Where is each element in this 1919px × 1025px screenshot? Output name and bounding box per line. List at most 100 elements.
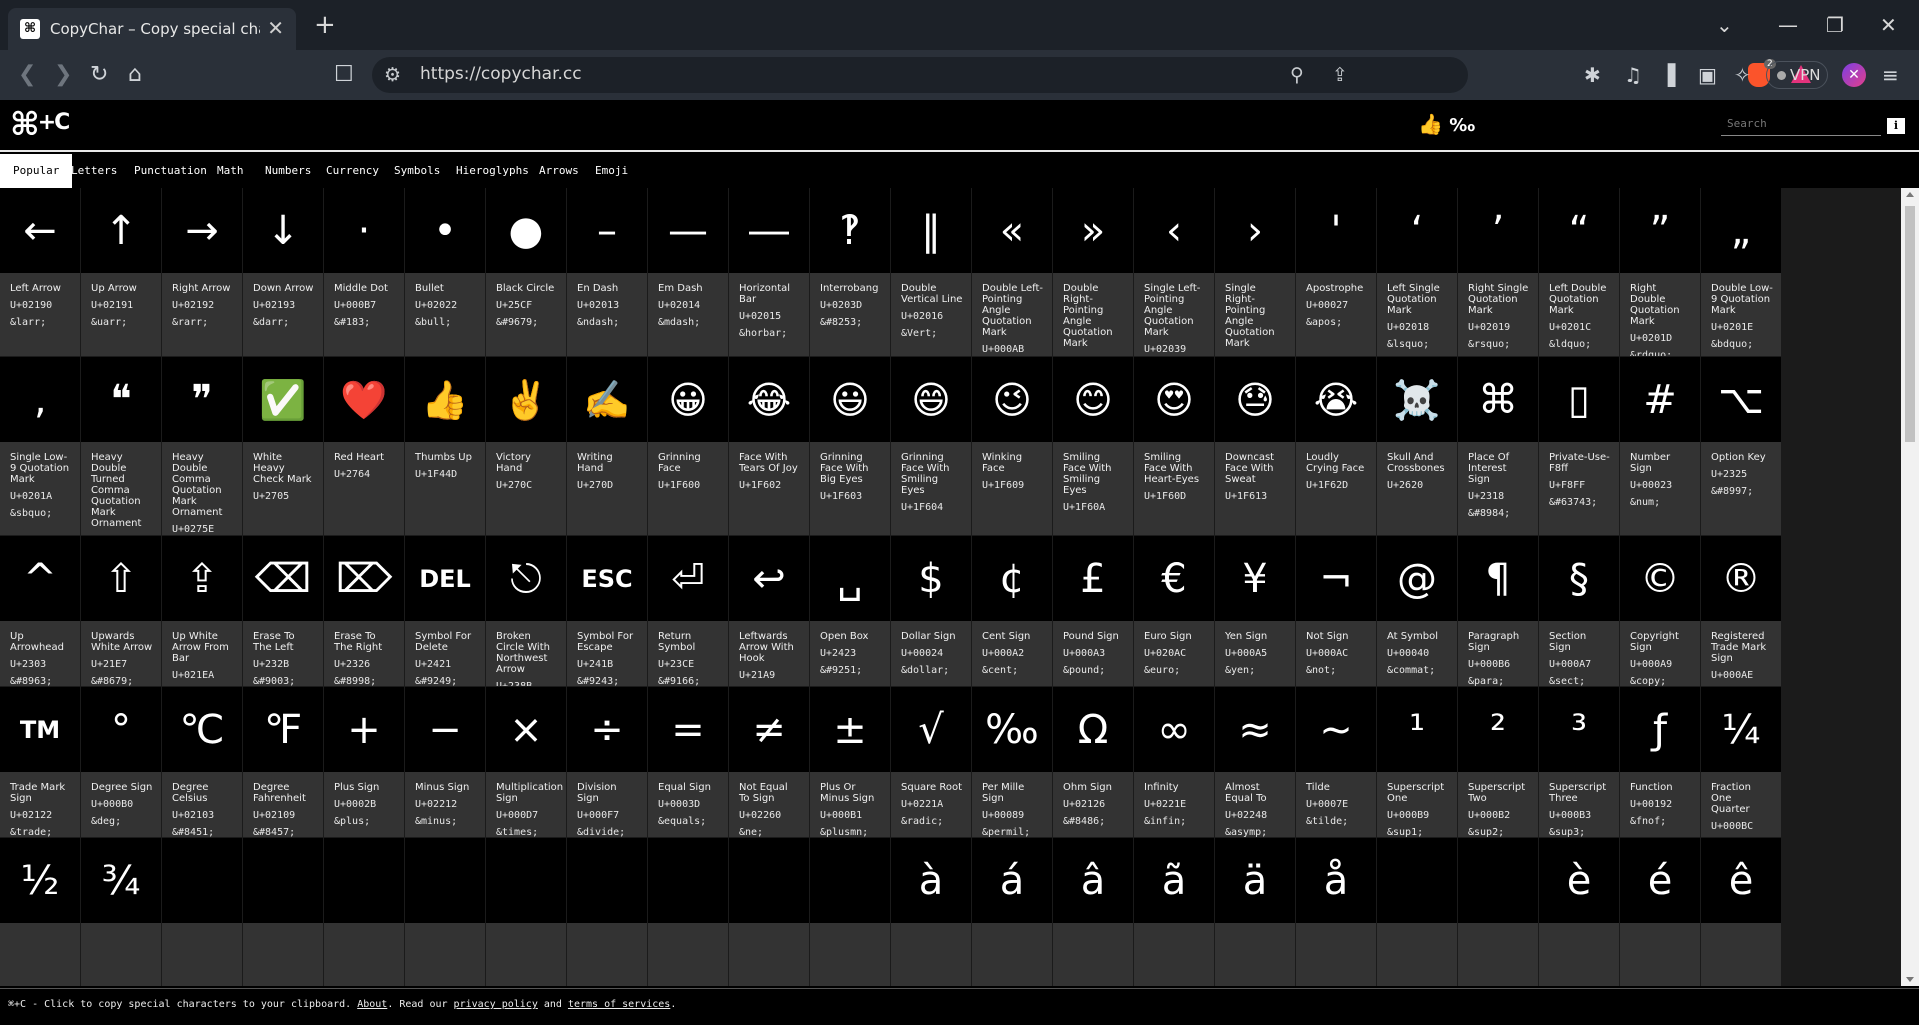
char-cell[interactable]: ’ Right Single Quotation Mark U+02019 &rsqu… [1458,188,1539,356]
char-cell[interactable]: ⌦ Erase To The Right U+2326 &#8998; [324,536,405,686]
forward-icon[interactable]: ❯ [54,60,72,90]
char-cell[interactable] [1458,838,1539,986]
address-bar[interactable]: ⚙ https://copychar.cc ⚲ ⇪ 2 [372,57,1811,93]
char-cell[interactable]: è [1539,838,1620,986]
char-cell[interactable]: ê [1701,838,1782,986]
char-cell[interactable]: ❞ Heavy Double Comma Quotation Mark Ornam… [162,357,243,535]
terms-of-service-link[interactable]: terms of services [568,999,670,1010]
char-cell[interactable]: − Minus Sign U+02212 &minus; [405,687,486,837]
char-cell[interactable] [162,838,243,986]
char-cell[interactable]: ã [1134,838,1215,986]
char-cell[interactable]: 😭 Loudly Crying Face U+1F62D [1296,357,1377,535]
char-cell[interactable]: · Middle Dot U+000B7 &#183; [324,188,405,356]
char-cell[interactable]: £ Pound Sign U+000A3 &pound; [1053,536,1134,686]
char-cell[interactable]: ↓ Down Arrow U+02193 &darr; [243,188,324,356]
char-cell[interactable]: ▯ Private-Use-F8ff U+F8FF &#63743; [1539,357,1620,535]
char-cell[interactable]: ⏎ Return Symbol U+23CE &#9166; [648,536,729,686]
char-cell[interactable]: ®Registered Trade Mark SignU+000AE&reg; [1701,536,1782,686]
char-cell[interactable]: ° Degree Sign U+000B0 &deg; [81,687,162,837]
leo-ai-icon[interactable]: ✧ [1734,60,1751,90]
char-cell[interactable]: ” Right Double Quotation Mark U+0201D &rdqu… [1620,188,1701,356]
home-icon[interactable]: ⌂ [128,60,142,90]
char-cell[interactable]: à [891,838,972,986]
char-cell[interactable]: á [972,838,1053,986]
search-input[interactable] [1721,112,1881,135]
char-cell[interactable]: ≠ Not Equal To Sign U+02260 &ne; [729,687,810,837]
char-cell[interactable]: ❤️ Red Heart U+2764 [324,357,405,535]
tab-emoji[interactable]: Emoji [582,154,641,188]
char-cell[interactable]: ↩Leftwards Arrow With HookU+21A9&#8617; [729,536,810,686]
char-cell[interactable]: ☠️ Skull And Crossbones U+2620 [1377,357,1458,535]
restore-icon[interactable]: ❐ [1826,10,1844,40]
char-cell[interactable]: ✌️ Victory Hand U+270C [486,357,567,535]
char-cell[interactable]: â [1053,838,1134,986]
vpn-button[interactable]: VPN [1766,61,1828,89]
minimize-icon[interactable]: — [1778,10,1798,40]
char-cell[interactable]: 😄 Grinning Face With Smiling Eyes U+1F604 [891,357,972,535]
char-cell[interactable]: ← Left Arrow U+02190 &larr; [0,188,81,356]
char-cell[interactable]: √ Square Root U+0221A &radic; [891,687,972,837]
profile-avatar[interactable]: ✕ [1842,63,1866,87]
char-cell[interactable] [324,838,405,986]
new-tab-icon[interactable]: + [314,8,336,42]
char-cell[interactable]: ± Plus Or Minus Sign U+000B1 &plusmn; [810,687,891,837]
share-icon[interactable]: ⇪ [1332,62,1348,88]
char-cell[interactable]: + Plus Sign U+0002B &plus; [324,687,405,837]
char-cell[interactable]: 😃 Grinning Face With Big Eyes U+1F603 [810,357,891,535]
char-cell[interactable]: ^ Up Arrowhead U+2303 &#8963; [0,536,81,686]
char-cell[interactable]: ↑ Up Arrow U+02191 &uarr; [81,188,162,356]
site-settings-icon[interactable]: ⚙ [384,62,401,88]
char-cell[interactable]: ½ [0,838,81,986]
char-cell[interactable]: ⌘ Place Of Interest Sign U+2318 &#8984; [1458,357,1539,535]
char-cell[interactable]: § Section Sign U+000A7 &sect; [1539,536,1620,686]
char-cell[interactable]: ℉ Degree Fahrenheit U+02109 &#8457; [243,687,324,837]
char-cell[interactable]: € Euro Sign U+020AC &euro; [1134,536,1215,686]
window-close-icon[interactable]: ✕ [1880,10,1897,40]
char-cell[interactable]: # Number Sign U+00023 &num; [1620,357,1701,535]
char-cell[interactable]: 😉 Winking Face U+1F609 [972,357,1053,535]
char-cell[interactable]: 😀 Grinning Face U+1F600 [648,357,729,535]
char-cell[interactable]: ℃ Degree Celsius U+02103 &#8451; [162,687,243,837]
char-cell[interactable]: 😓 Downcast Face With Sweat U+1F613 [1215,357,1296,535]
char-cell[interactable]: @ At Symbol U+00040 &commat; [1377,536,1458,686]
char-cell[interactable]: ⌫ Erase To The Left U+232B &#9003; [243,536,324,686]
char-cell[interactable]: ² Superscript Two U+000B2 &sup2; [1458,687,1539,837]
char-cell[interactable] [486,838,567,986]
char-cell[interactable]: « Double Left-Pointing Angle Quotation Ma… [972,188,1053,356]
scroll-thumb[interactable] [1905,206,1915,442]
menu-icon[interactable]: ≡ [1882,60,1899,90]
extensions-icon[interactable]: ✱ [1584,60,1601,90]
char-cell[interactable]: ‖ Double Vertical Line U+02016 &Vert; [891,188,972,356]
wallet-icon[interactable]: ▣ [1698,60,1717,90]
char-cell[interactable]: $ Dollar Sign U+00024 &dollar; [891,536,972,686]
char-cell[interactable]: 😊 Smiling Face With Smiling Eyes U+1F60A [1053,357,1134,535]
char-cell[interactable]: ‰ Per Mille Sign U+00089 &permil; [972,687,1053,837]
char-cell[interactable]: ⇪Up White Arrow From BarU+021EA&#8682; [162,536,243,686]
privacy-policy-link[interactable]: privacy policy [454,999,538,1010]
char-cell[interactable]: ~ Tilde U+0007E &tilde; [1296,687,1377,837]
reload-icon[interactable]: ↻ [90,60,108,90]
char-cell[interactable]: = Equal Sign U+0003D &equals; [648,687,729,837]
char-cell[interactable]: ³ Superscript Three U+000B3 &sup3; [1539,687,1620,837]
char-cell[interactable]: Ω Ohm Sign U+02126 &#8486; [1053,687,1134,837]
back-icon[interactable]: ❮ [18,60,36,90]
char-cell[interactable]: å [1296,838,1377,986]
char-cell[interactable]: ¶ Paragraph Sign U+000B6 &para; [1458,536,1539,686]
char-cell[interactable]: ¼Fraction One QuarterU+000BC&frac14; [1701,687,1782,837]
char-cell[interactable]: ∞ Infinity U+0221E &infin; [1134,687,1215,837]
tab-math[interactable]: Math [204,154,257,188]
info-button[interactable]: i [1887,118,1905,134]
char-cell[interactable]: ÷ Division Sign U+000F7 &divide; [567,687,648,837]
char-cell[interactable]: ¾ [81,838,162,986]
char-cell[interactable]: ✅ White Heavy Check Mark U+2705 [243,357,324,535]
char-cell[interactable]: 👍 Thumbs Up U+1F44D [405,357,486,535]
char-cell[interactable]: ≈ Almost Equal To U+02248 &asymp; [1215,687,1296,837]
char-cell[interactable]: ‹ Single Left-Pointing Angle Quotation Ma… [1134,188,1215,356]
char-cell[interactable] [648,838,729,986]
scroll-down-icon[interactable] [1906,977,1914,982]
char-cell[interactable] [1377,838,1458,986]
char-cell[interactable]: › Single Right-Pointing Angle Quotation M… [1215,188,1296,356]
char-cell[interactable] [810,838,891,986]
char-cell[interactable]: é [1620,838,1701,986]
char-cell[interactable]: ● Black Circle U+25CF &#9679; [486,188,567,356]
